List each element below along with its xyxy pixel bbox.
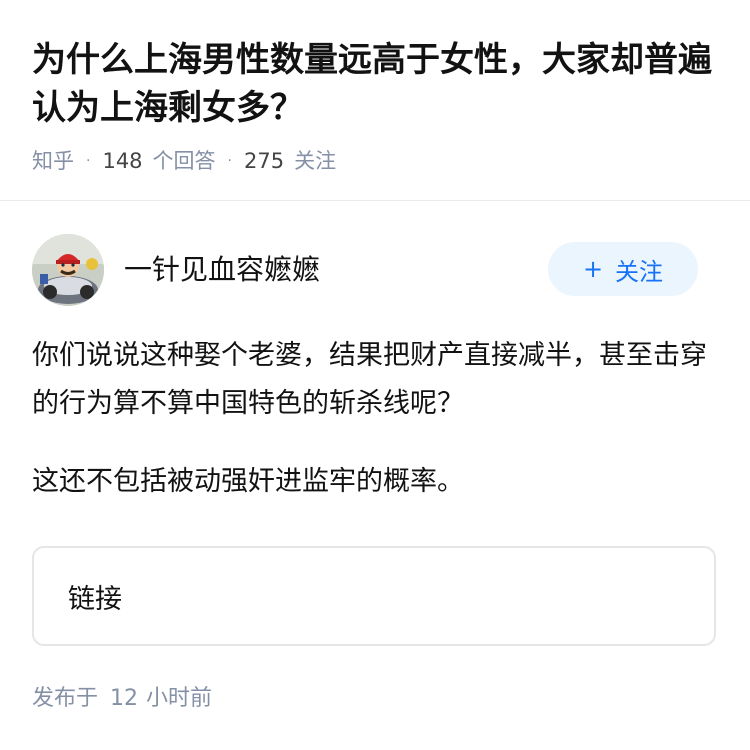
follower-count-label: 关注: [294, 149, 337, 173]
follow-button[interactable]: + 关注: [548, 242, 698, 296]
answer-content: 你们说说这种娶个老婆，结果把财产直接减半，甚至击穿的行为算不算中国特色的斩杀线呢…: [32, 332, 718, 536]
published-suffix: 小时前: [146, 686, 213, 711]
section-divider: [0, 200, 750, 201]
answer-paragraph: 你们说说这种娶个老婆，结果把财产直接减半，甚至击穿的行为算不算中国特色的斩杀线呢…: [32, 340, 707, 419]
source-label: 知乎: [32, 149, 74, 173]
published-prefix: 发布于: [32, 686, 99, 711]
published-time: 发布于 12 小时前: [32, 684, 212, 714]
avatar[interactable]: [32, 234, 104, 306]
separator-dot: ·: [86, 153, 91, 169]
answer-paragraph: 这还不包括被动强奸进监牢的概率。: [32, 466, 464, 497]
question-meta: 知乎 · 148 个回答 · 275 关注: [32, 146, 722, 176]
separator-dot: ·: [227, 153, 232, 169]
follow-button-label: 关注: [615, 257, 664, 286]
link-card[interactable]: 链接: [32, 546, 716, 646]
answer-count-label: 个回答: [152, 149, 216, 173]
question-header: 为什么上海男性数量远高于女性，大家却普遍认为上海剩女多？ 知乎 · 148 个回…: [32, 36, 722, 176]
link-card-label: 链接: [68, 583, 122, 615]
answer-count: 148: [102, 149, 143, 173]
question-title[interactable]: 为什么上海男性数量远高于女性，大家却普遍认为上海剩女多？: [32, 36, 722, 132]
author-row: 一针见血容嬷嬷 + 关注: [32, 234, 718, 306]
avatar-image: [32, 234, 104, 306]
author-name[interactable]: 一针见血容嬷嬷: [124, 252, 320, 288]
plus-icon: +: [582, 255, 604, 283]
published-number: 12: [110, 686, 139, 711]
follower-count: 275: [244, 149, 285, 173]
